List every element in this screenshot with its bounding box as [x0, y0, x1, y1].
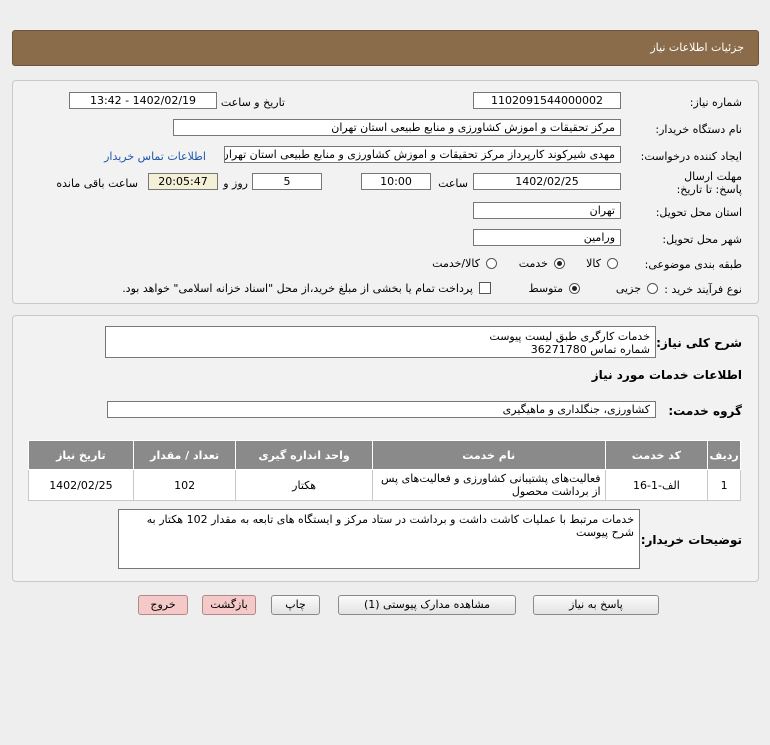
exit-button[interactable]: خروج — [138, 595, 188, 615]
buyer-org-field: مرکز تحقیقات و اموزش کشاورزی و منابع طبی… — [173, 119, 621, 136]
summary-line-1: خدمات کارگری طبق لیست پیوست — [489, 330, 650, 343]
buyer-notes-box: خدمات مرتبط با عملیات کاشت داشت و برداشت… — [118, 509, 640, 569]
service-group-field: کشاورزی، جنگلداری و ماهیگیری — [107, 401, 656, 418]
col-header-service-code: کد خدمت — [604, 440, 709, 470]
days-label: روز و — [223, 177, 248, 190]
remaining-time-label: ساعت باقی مانده — [56, 177, 138, 190]
table-row: 1 الف-1-16 فعالیت‌های پشتیبانی کشاورزی و… — [28, 469, 741, 501]
category-goods-service-radio[interactable] — [486, 258, 497, 269]
category-label: طبقه بندی موضوعی: — [644, 258, 742, 271]
category-service-label: خدمت — [518, 257, 548, 270]
requester-label: ایجاد کننده درخواست: — [640, 150, 742, 163]
deadline-date-field: 1402/02/25 — [473, 173, 621, 190]
cell-quantity: 102 — [132, 469, 237, 501]
treasury-payment-checkbox[interactable] — [479, 282, 491, 294]
deadline-time-label: ساعت — [438, 177, 468, 190]
cell-need-date: 1402/02/25 — [28, 469, 134, 501]
view-attachments-button[interactable]: مشاهده مدارک پیوستی (1) — [338, 595, 516, 615]
table-header-row: ردیف کد خدمت نام خدمت واحد اندازه گیری ت… — [28, 440, 741, 470]
cell-unit: هکتار — [235, 469, 373, 501]
process-medium-label: متوسط — [528, 282, 563, 295]
col-header-service-name: نام خدمت — [371, 440, 606, 470]
page-title: جزئیات اطلاعات نیاز — [650, 41, 744, 54]
deadline-label: مهلت ارسال پاسخ: تا تاریخ: — [676, 170, 742, 196]
category-goods-service-label: کالا/خدمت — [432, 257, 480, 270]
cell-service-code: الف-1-16 — [604, 469, 709, 501]
city-field: ورامین — [473, 229, 621, 246]
summary-box: خدمات کارگری طبق لیست پیوست شماره تماس 3… — [105, 326, 656, 358]
announce-date-field: 1402/02/19 - 13:42 — [69, 92, 217, 109]
process-minor-label: جزیی — [615, 282, 641, 295]
province-field: تهران — [473, 202, 621, 219]
summary-label: شرح کلی نیاز: — [656, 336, 742, 350]
buyer-contact-link[interactable]: اطلاعات تماس خریدار — [104, 150, 206, 163]
need-number-label: شماره نیاز: — [689, 96, 742, 109]
category-goods-radio[interactable] — [607, 258, 618, 269]
col-header-need-date: تاریخ نیاز — [28, 440, 134, 470]
summary-line-2: شماره تماس 36271780 — [530, 343, 650, 356]
cell-service-name: فعالیت‌های پشتیبانی کشاورزی و فعالیت‌های… — [371, 469, 606, 501]
category-service-radio[interactable] — [554, 258, 565, 269]
buyer-notes-label: توضیحات خریدار: — [640, 533, 742, 547]
need-number-field: 1102091544000002 — [473, 92, 621, 109]
cell-row-number: 1 — [707, 469, 741, 501]
page-header: جزئیات اطلاعات نیاز — [12, 30, 759, 66]
reply-button[interactable]: پاسخ به نیاز — [533, 595, 659, 615]
category-goods-label: کالا — [586, 257, 601, 270]
service-group-label: گروه خدمت: — [668, 404, 742, 418]
services-section-title: اطلاعات خدمات مورد نیاز — [591, 368, 742, 382]
treasury-payment-label: پرداخت تمام یا بخشی از مبلغ خرید،از محل … — [122, 282, 473, 295]
services-table: ردیف کد خدمت نام خدمت واحد اندازه گیری ت… — [28, 440, 741, 501]
province-label: استان محل تحویل: — [655, 206, 742, 219]
col-header-unit: واحد اندازه گیری — [235, 440, 373, 470]
remaining-time-field: 20:05:47 — [148, 173, 218, 190]
city-label: شهر محل تحویل: — [662, 233, 742, 246]
print-button[interactable]: چاپ — [271, 595, 320, 615]
requester-field: مهدی شیرکوند کارپرداز مرکز تحقیقات و امو… — [224, 146, 621, 163]
process-minor-radio[interactable] — [647, 283, 658, 294]
deadline-time-field: 10:00 — [361, 173, 431, 190]
back-button[interactable]: بازگشت — [202, 595, 256, 615]
days-remaining-field: 5 — [252, 173, 322, 190]
process-type-label: نوع فرآیند خرید : — [664, 283, 742, 296]
col-header-row-number: ردیف — [707, 440, 741, 470]
buyer-org-label: نام دستگاه خریدار: — [655, 123, 742, 136]
col-header-quantity: تعداد / مقدار — [132, 440, 237, 470]
process-medium-radio[interactable] — [569, 283, 580, 294]
